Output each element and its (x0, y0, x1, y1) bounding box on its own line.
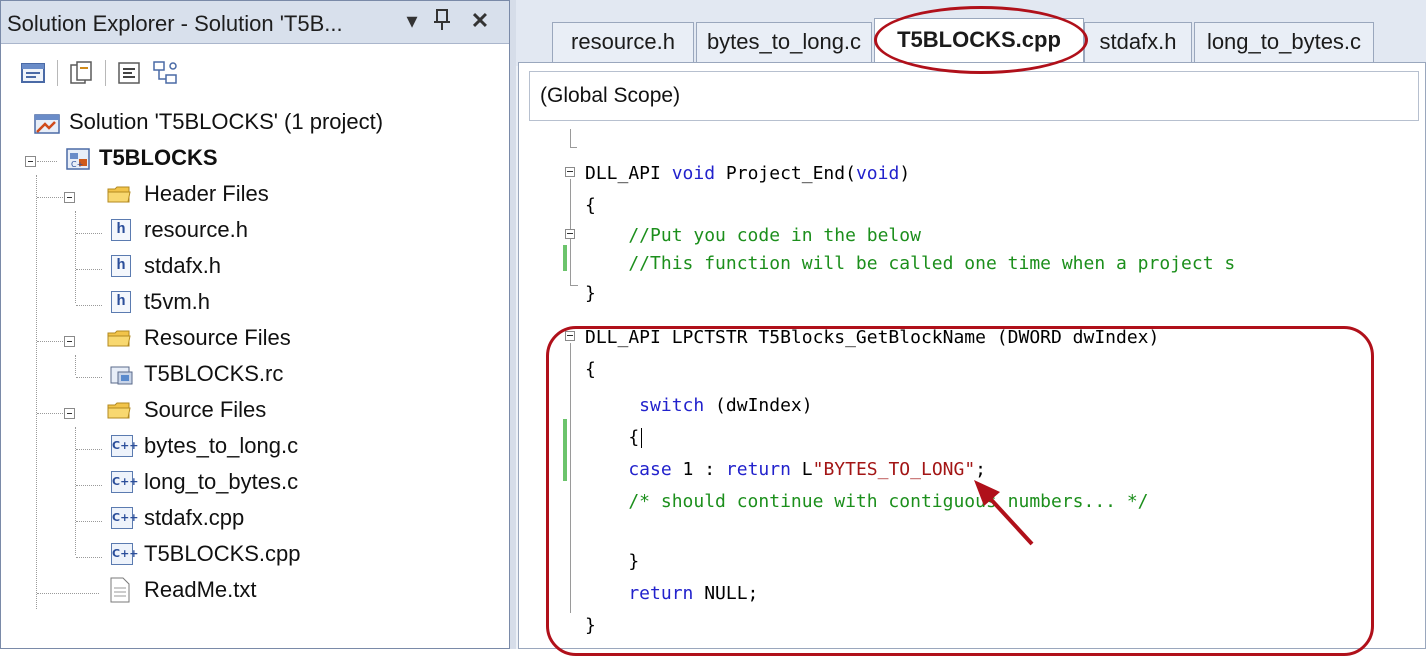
solution-icon (34, 114, 60, 134)
ide-window: Solution Explorer - Solution 'T5B... ▾ ✕ (0, 0, 1426, 656)
file-label: stdafx.h (144, 253, 222, 278)
tree-guide (76, 269, 102, 270)
tab-stdafx-h[interactable]: stdafx.h (1084, 22, 1192, 62)
file-label: resource.h (144, 217, 248, 242)
code-token: Project_End( (715, 163, 856, 184)
tree-folder-resource-files[interactable]: Resource Files (1, 323, 501, 353)
folder-label: Source Files (144, 397, 267, 422)
properties-icon[interactable] (19, 59, 47, 87)
toolbar-separator (105, 60, 106, 86)
header-file-icon: h (111, 219, 131, 241)
code-line: DLL_API void Project_End(void) (585, 161, 910, 187)
folder-icon (107, 330, 131, 347)
file-label: ReadMe.txt (144, 577, 257, 602)
tree-item-file[interactable]: C++ stdafx.cpp (1, 503, 501, 533)
solution-explorer-title: Solution Explorer - Solution 'T5B... (7, 11, 343, 36)
file-label: T5BLOCKS.cpp (144, 541, 301, 566)
tree-guide (76, 233, 102, 234)
tree-item-file[interactable]: C++ long_to_bytes.c (1, 467, 501, 497)
solution-explorer-titlebar: Solution Explorer - Solution 'T5B... ▾ ✕ (1, 1, 509, 44)
tree-guide (76, 377, 102, 378)
window-position-dropdown-icon[interactable]: ▾ (399, 7, 425, 35)
tree-guide (76, 557, 102, 558)
change-marker (563, 245, 567, 271)
tab-bytes-to-long-c[interactable]: bytes_to_long.c (696, 22, 872, 62)
collapse-toggle-icon[interactable] (64, 192, 75, 203)
file-label: long_to_bytes.c (144, 469, 299, 494)
code-token: DLL_API (585, 163, 672, 184)
tree-item-file[interactable]: T5BLOCKS.rc (1, 359, 501, 389)
annotation-ellipse-active-tab (874, 6, 1088, 74)
tree-folder-header-files[interactable]: Header Files (1, 179, 501, 209)
tree-item-file[interactable]: h resource.h (1, 215, 501, 245)
outline-guide (570, 129, 571, 147)
class-diagram-icon[interactable] (151, 59, 179, 87)
tree-node-project[interactable]: C+ T5BLOCKS (1, 143, 501, 173)
collapse-toggle-icon[interactable] (64, 408, 75, 419)
tree-item-file[interactable]: C++ T5BLOCKS.cpp (1, 539, 501, 569)
file-label: t5vm.h (144, 289, 211, 314)
view-code-icon[interactable] (115, 59, 143, 87)
folder-icon (107, 402, 131, 419)
tree-item-file[interactable]: h t5vm.h (1, 287, 501, 317)
code-comment: //Put you code in the below (585, 225, 921, 246)
tab-long-to-bytes-c[interactable]: long_to_bytes.c (1194, 22, 1374, 62)
folder-label: Header Files (144, 181, 269, 206)
code-token: ) (899, 163, 911, 184)
folder-label: Resource Files (144, 325, 291, 350)
scope-label: (Global Scope) (540, 84, 681, 107)
tree-guide (37, 413, 63, 414)
collapse-toggle-icon[interactable] (64, 336, 75, 347)
cpp-file-icon: C++ (111, 435, 139, 457)
header-file-icon: h (111, 255, 131, 277)
code-keyword: void (671, 163, 716, 184)
cpp-file-icon: C++ (111, 471, 139, 493)
code-line: } (585, 283, 596, 304)
tree-guide (37, 341, 63, 342)
tree-guide (76, 305, 102, 306)
cpp-file-icon: C++ (111, 507, 139, 529)
tree-guide (37, 161, 57, 162)
show-all-files-icon[interactable] (67, 59, 95, 87)
outline-collapse-icon[interactable] (565, 167, 575, 177)
collapse-toggle-icon[interactable] (25, 156, 36, 167)
outline-collapse-icon[interactable] (565, 229, 575, 239)
text-file-icon (110, 577, 130, 603)
outline-guide (570, 285, 578, 286)
tree-item-file[interactable]: ReadMe.txt (1, 575, 501, 605)
annotation-arrow-icon (974, 480, 1034, 546)
close-icon[interactable]: ✕ (467, 7, 493, 35)
tree-node-solution[interactable]: Solution 'T5BLOCKS' (1 project) (1, 107, 501, 137)
svg-text:C+: C+ (71, 160, 83, 169)
tree-guide (76, 449, 102, 450)
cpp-project-icon: C+ (66, 148, 90, 170)
file-label: stdafx.cpp (144, 505, 245, 530)
scope-dropdown[interactable]: (Global Scope) (529, 71, 1419, 121)
solution-explorer-toolbar (1, 44, 509, 102)
file-label: bytes_to_long.c (144, 433, 299, 458)
project-label: T5BLOCKS (99, 145, 218, 170)
code-comment: //This function will be called one time … (585, 253, 1236, 274)
code-line: { (585, 195, 596, 216)
folder-icon (107, 186, 131, 203)
outline-guide (570, 147, 577, 148)
resource-file-icon (110, 366, 133, 385)
tree-guide (76, 521, 102, 522)
toolbar-separator (57, 60, 58, 86)
tree-guide (37, 593, 99, 594)
solution-label: Solution 'T5BLOCKS' (1 project) (69, 109, 384, 134)
cpp-file-icon: C++ (111, 543, 139, 565)
tree-guide (37, 197, 63, 198)
file-label: T5BLOCKS.rc (144, 361, 284, 386)
tree-item-file[interactable]: C++ bytes_to_long.c (1, 431, 501, 461)
tree-folder-source-files[interactable]: Source Files (1, 395, 501, 425)
tab-resource-h[interactable]: resource.h (552, 22, 694, 62)
solution-explorer-panel: Solution Explorer - Solution 'T5B... ▾ ✕ (0, 0, 510, 649)
code-keyword: void (855, 163, 900, 184)
solution-tree: Solution 'T5BLOCKS' (1 project) C+ T5BLO… (1, 101, 509, 641)
tree-item-file[interactable]: h stdafx.h (1, 251, 501, 281)
auto-hide-pin-icon[interactable] (429, 7, 455, 35)
header-file-icon: h (111, 291, 131, 313)
tree-guide (76, 485, 102, 486)
